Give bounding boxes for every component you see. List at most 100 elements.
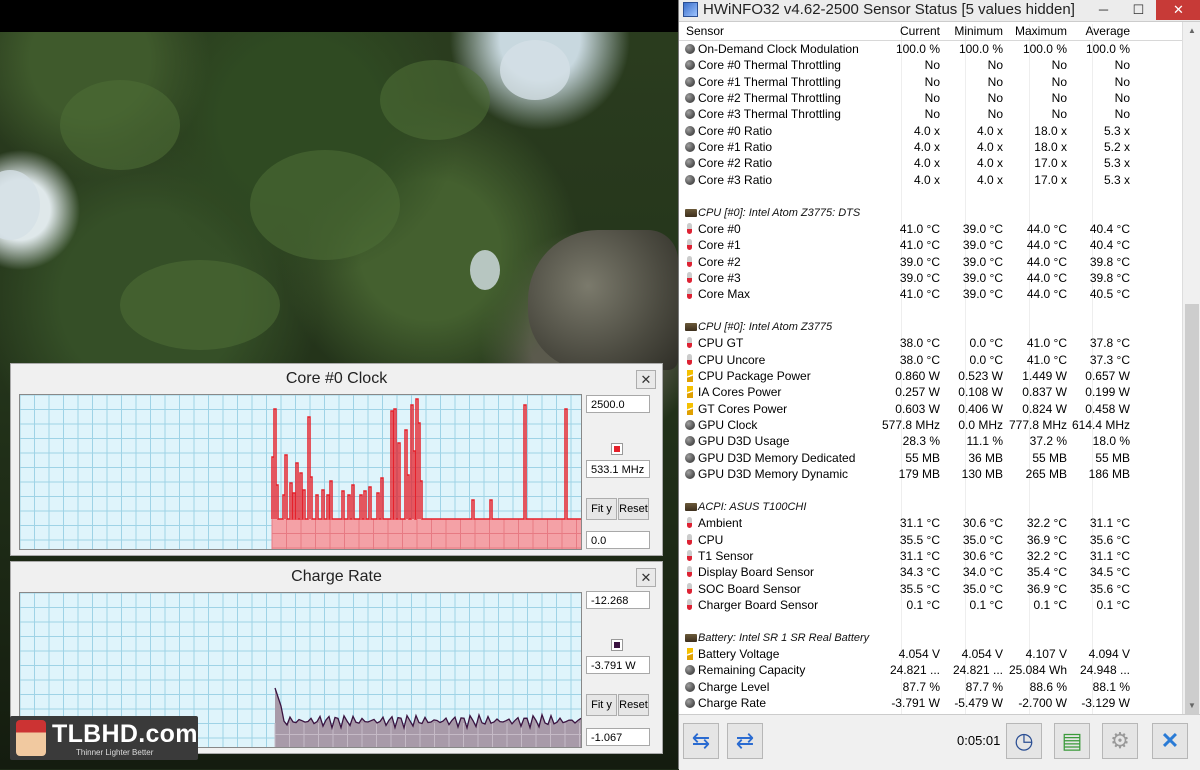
column-sensor[interactable]: Sensor [686,24,724,38]
column-current[interactable]: Current [900,24,940,38]
scroll-down-arrow[interactable]: ▼ [1183,697,1200,714]
minimum-value: 0.108 W [958,385,1003,400]
sensor-row[interactable]: Core Max 41.0 °C 39.0 °C 44.0 °C 40.5 °C [679,286,1182,302]
close-button[interactable]: ✕ [636,370,656,389]
sensor-row[interactable]: Core #3 Thermal Throttling No No No No [679,106,1182,122]
sensor-group-header[interactable]: ACPI: ASUS T100CHI [679,499,1182,515]
sensor-row[interactable]: Core #1 Ratio 4.0 x 4.0 x 18.0 x 5.2 x [679,139,1182,155]
sensor-row[interactable]: Remaining Capacity 24.821 ... 24.821 ... 25… [679,662,1182,678]
minimum-value: 130 MB [961,467,1003,482]
sensor-row[interactable]: Core #2 Ratio 4.0 x 4.0 x 17.0 x 5.3 x [679,155,1182,171]
log-file-icon[interactable]: ▤ [1054,723,1090,759]
average-value: 18.0 % [1092,434,1130,449]
sensor-row[interactable]: Core #3 Ratio 4.0 x 4.0 x 17.0 x 5.3 x [679,172,1182,188]
reset-button[interactable]: Reset [618,498,649,520]
chip-icon [685,208,697,217]
min-value-field[interactable]: -1.067 [586,728,650,746]
sensor-name: Core #0 Thermal Throttling [698,58,841,73]
clock-reset-icon[interactable]: ◷ [1006,723,1042,759]
sensor-row[interactable]: Core #1 Thermal Throttling No No No No [679,74,1182,90]
chip-icon [685,502,697,511]
scroll-up-arrow[interactable]: ▲ [1183,22,1200,39]
sensor-row[interactable]: Core #0 Thermal Throttling No No No No [679,57,1182,73]
fit-y-button[interactable]: Fit y [586,498,617,520]
color-swatch[interactable] [611,443,623,455]
sensor-row[interactable]: GPU D3D Memory Dynamic 179 MB 130 MB 265 MB… [679,466,1182,482]
sensor-name: SOC Board Sensor [698,581,801,596]
sensor-row[interactable]: Core #0 Ratio 4.0 x 4.0 x 18.0 x 5.3 x [679,123,1182,139]
window-titlebar[interactable]: HWiNFO32 v4.62-2500 Sensor Status [5 val… [679,0,1200,22]
sensor-row[interactable]: On-Demand Clock Modulation 100.0 % 100.0 %… [679,41,1182,57]
sensor-row[interactable]: Display Board Sensor 34.3 °C 34.0 °C 35.4 °… [679,564,1182,580]
sensor-row[interactable]: CPU Uncore 38.0 °C 0.0 °C 41.0 °C 37.3 °C [679,352,1182,368]
close-button[interactable]: ✕ [636,568,656,587]
app-icon [683,2,698,17]
average-value: 37.3 °C [1089,352,1130,367]
min-value-field[interactable]: 0.0 [586,531,650,549]
chip-icon [685,322,697,331]
collapse-columns-button[interactable]: ⇄ [727,723,763,759]
sensor-row[interactable]: Core #3 39.0 °C 39.0 °C 44.0 °C 39.8 °C [679,270,1182,286]
sensor-row[interactable]: Charge Level 87.7 % 87.7 % 88.6 % 88.1 % [679,679,1182,695]
fit-y-button[interactable]: Fit y [586,694,617,716]
thermometer-icon [687,255,692,267]
minimum-value: No [987,107,1003,122]
sensor-dot-icon [685,93,695,104]
vertical-scrollbar[interactable]: ▲ ▼ [1182,22,1200,714]
voltage-bolt-icon [687,370,693,382]
sensor-group-header[interactable]: Battery: Intel SR 1 SR Real Battery [679,630,1182,646]
thermometer-icon [687,582,692,594]
column-minimum[interactable]: Minimum [954,24,1003,38]
sensor-row[interactable]: CPU GT 38.0 °C 0.0 °C 41.0 °C 37.8 °C [679,335,1182,351]
sky-patch [470,250,500,290]
sensor-row[interactable]: CPU 35.5 °C 35.0 °C 36.9 °C 35.6 °C [679,532,1182,548]
sensor-name: Charge Rate [698,696,767,710]
average-value: 5.2 x [1103,140,1130,155]
graph-window-core0-clock[interactable]: Core #0 Clock ✕ 2500.0 533.1 MHz Fit y R… [10,363,663,556]
current-value: 0.603 W [895,401,940,416]
current-value: 577.8 MHz [881,418,940,433]
max-value-field[interactable]: 2500.0 [586,395,650,413]
color-swatch[interactable] [611,639,623,651]
average-value: 0.657 W [1085,369,1130,383]
max-value-field[interactable]: -12.268 [586,591,650,609]
column-average[interactable]: Average [1086,24,1130,38]
sensor-row[interactable]: Core #0 41.0 °C 39.0 °C 44.0 °C 40.4 °C [679,221,1182,237]
sensor-name: Display Board Sensor [698,565,815,580]
sensor-row[interactable]: IA Cores Power 0.257 W 0.108 W 0.837 W 0.199… [679,384,1182,400]
maximum-value: No [1051,91,1067,106]
sensor-row[interactable]: T1 Sensor 31.1 °C 30.6 °C 32.2 °C 31.1 °C [679,548,1182,564]
sensor-dot-icon [685,60,695,71]
sensor-row[interactable]: GPU D3D Memory Dedicated 55 MB 36 MB 55 MB 5… [679,450,1182,466]
sensor-group-header[interactable]: CPU [#0]: Intel Atom Z3775 [679,319,1182,335]
sensor-row[interactable]: Charge Rate -3.791 W -5.479 W -2.700 W -3.12… [679,695,1182,711]
close-sensors-icon[interactable]: ✕ [1152,723,1188,759]
sensor-table[interactable]: On-Demand Clock Modulation 100.0 % 100.0 %… [679,41,1182,713]
sensor-row[interactable]: GPU Clock 577.8 MHz 0.0 MHz 777.8 MHz 614.4 … [679,417,1182,433]
sensor-row[interactable]: SOC Board Sensor 35.5 °C 35.0 °C 36.9 °C 35.… [679,581,1182,597]
sensor-group-header[interactable]: CPU [#0]: Intel Atom Z3775: DTS [679,205,1182,221]
sensor-row[interactable]: Battery Voltage 4.054 V 4.054 V 4.107 V 4.09… [679,646,1182,662]
hwinfo-window[interactable]: HWiNFO32 v4.62-2500 Sensor Status [5 val… [678,0,1200,770]
sensor-row[interactable]: Core #1 41.0 °C 39.0 °C 44.0 °C 40.4 °C [679,237,1182,253]
sensor-row[interactable]: GT Cores Power 0.603 W 0.406 W 0.824 W 0.458… [679,401,1182,417]
reset-button[interactable]: Reset [618,694,649,716]
sensor-dot-icon [685,665,695,676]
minimize-button[interactable]: ─ [1086,0,1121,20]
sensor-name: CPU [#0]: Intel Atom Z3775: DTS [698,206,861,219]
window-close-button[interactable]: ✕ [1156,0,1200,20]
expand-columns-button[interactable]: ⇆ [683,723,719,759]
sensor-row[interactable]: GPU D3D Usage 28.3 % 11.1 % 37.2 % 18.0 % [679,433,1182,449]
sensor-row[interactable]: Core #2 39.0 °C 39.0 °C 44.0 °C 39.8 °C [679,254,1182,270]
maximize-button[interactable]: ☐ [1121,0,1156,20]
maximum-value: 1.449 W [1022,369,1067,383]
column-maximum[interactable]: Maximum [1015,24,1067,38]
scroll-thumb[interactable] [1185,304,1199,714]
sensor-name: T1 Sensor [698,548,754,563]
sensor-name: CPU GT [698,336,744,351]
settings-gear-icon[interactable]: ⚙ [1102,723,1138,759]
sensor-row[interactable]: Charger Board Sensor 0.1 °C 0.1 °C 0.1 °C 0.… [679,597,1182,613]
sensor-row[interactable]: Ambient 31.1 °C 30.6 °C 32.2 °C 31.1 °C [679,515,1182,531]
sensor-row[interactable]: Core #2 Thermal Throttling No No No No [679,90,1182,106]
sensor-row[interactable]: CPU Package Power 0.860 W 0.523 W 1.449 W 0.… [679,368,1182,384]
